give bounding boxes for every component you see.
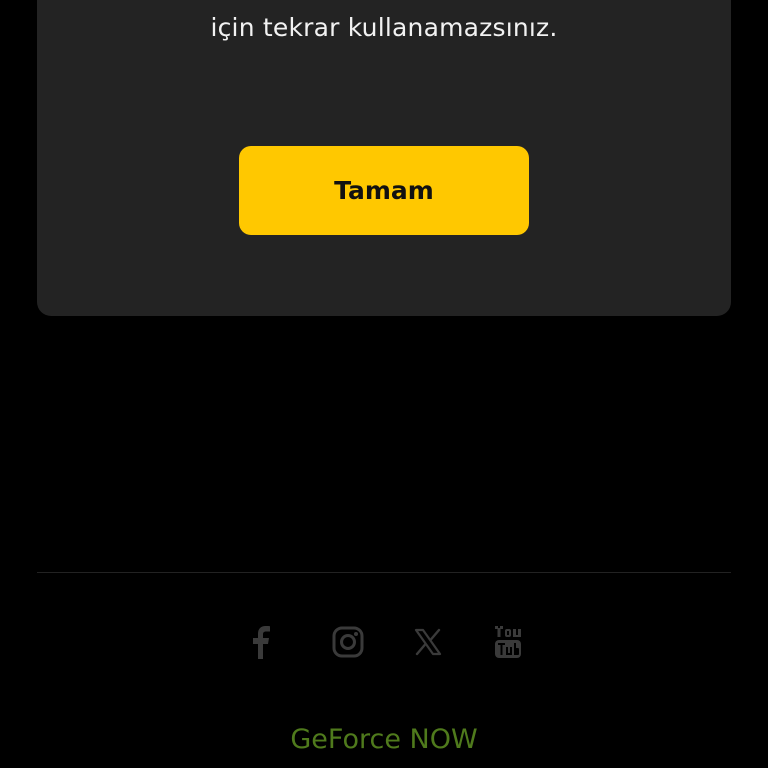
footer-divider [37,572,731,573]
youtube-icon[interactable] [488,622,528,662]
instagram-icon[interactable] [328,622,368,662]
dialog-message: için tekrar kullanamazsınız. [210,13,558,42]
facebook-icon[interactable] [240,622,280,662]
page: için tekrar kullanamazsınız. Tamam GeFor… [0,0,768,768]
ok-button[interactable]: Tamam [239,146,529,235]
footer-brand[interactable]: GeForce NOW [0,720,768,760]
x-icon[interactable] [408,622,448,662]
